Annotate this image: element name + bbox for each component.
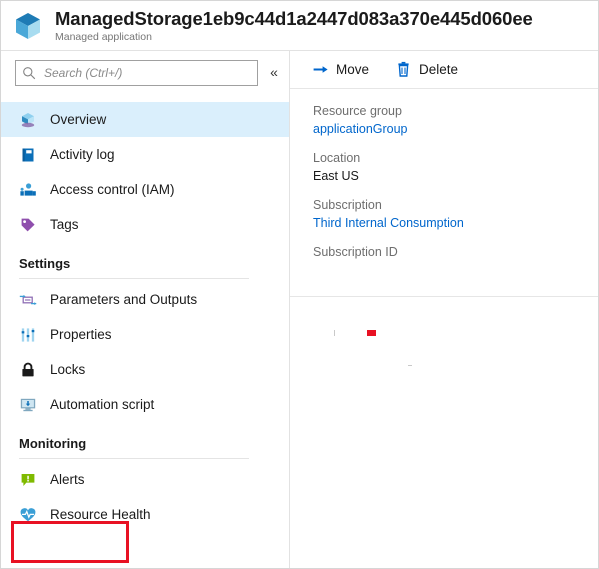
content-pane: Move Delete Resource group applicationGr… bbox=[290, 51, 598, 568]
chevron-double-left-icon[interactable]: « bbox=[263, 61, 285, 83]
sidebar-nav: Overview Activity log Access control (IA… bbox=[1, 102, 289, 532]
sidebar-item-label: Tags bbox=[50, 217, 79, 232]
page-title: ManagedStorage1eb9c44d1a2447d083a370e445… bbox=[55, 7, 533, 29]
sidebar-item-label: Alerts bbox=[50, 472, 85, 487]
move-arrow-icon bbox=[312, 61, 329, 78]
tags-icon bbox=[19, 216, 37, 234]
property-label: Subscription ID bbox=[313, 245, 398, 259]
divider bbox=[19, 278, 249, 279]
faint-artifact-mark bbox=[334, 330, 335, 336]
property-label: Location bbox=[313, 151, 361, 165]
properties-sliders-icon bbox=[19, 326, 37, 344]
sidebar: « Overview bbox=[1, 51, 290, 568]
access-control-people-icon bbox=[19, 181, 37, 199]
sidebar-item-parameters-and-outputs[interactable]: Parameters and Outputs bbox=[1, 282, 289, 317]
overview-cube-icon bbox=[19, 111, 37, 129]
property-location: Location East US bbox=[313, 150, 598, 185]
resource-group-link[interactable]: applicationGroup bbox=[313, 120, 598, 138]
sidebar-group-title: Monitoring bbox=[19, 436, 87, 451]
sidebar-item-label: Resource Health bbox=[50, 507, 151, 522]
sidebar-item-resource-health[interactable]: Resource Health bbox=[1, 497, 289, 532]
locks-padlock-icon bbox=[19, 361, 37, 379]
location-value: East US bbox=[313, 169, 359, 183]
resource-health-heart-icon bbox=[19, 506, 37, 524]
sidebar-item-tags[interactable]: Tags bbox=[1, 207, 289, 242]
sidebar-item-label: Locks bbox=[50, 362, 86, 377]
sidebar-item-activity-log[interactable]: Activity log bbox=[1, 137, 289, 172]
search-icon bbox=[22, 66, 36, 80]
page-subtitle: Managed application bbox=[55, 30, 152, 43]
subscription-id-value bbox=[313, 261, 598, 277]
delete-button-label: Delete bbox=[419, 62, 459, 77]
delete-trash-icon bbox=[395, 61, 412, 78]
parameters-outputs-icon bbox=[19, 291, 37, 309]
resource-properties: Resource group applicationGroup Location… bbox=[290, 89, 598, 297]
divider bbox=[19, 458, 249, 459]
property-subscription-id: Subscription ID bbox=[313, 244, 598, 277]
sidebar-item-label: Overview bbox=[50, 112, 107, 127]
azure-portal-blade: ManagedStorage1eb9c44d1a2447d083a370e445… bbox=[1, 1, 598, 568]
sidebar-item-label: Properties bbox=[50, 327, 112, 342]
move-button-label: Move bbox=[336, 62, 370, 77]
sidebar-group-settings: Settings bbox=[1, 256, 289, 279]
property-label: Subscription bbox=[313, 198, 382, 212]
sidebar-item-label: Activity log bbox=[50, 147, 115, 162]
delete-button[interactable]: Delete bbox=[393, 56, 460, 84]
move-button[interactable]: Move bbox=[310, 56, 371, 84]
sidebar-search-row: « bbox=[1, 60, 289, 94]
activity-log-book-icon bbox=[19, 146, 37, 164]
blade-header: ManagedStorage1eb9c44d1a2447d083a370e445… bbox=[1, 1, 598, 51]
command-toolbar: Move Delete bbox=[290, 51, 598, 89]
automation-script-monitor-icon bbox=[19, 396, 37, 414]
search-box[interactable] bbox=[15, 60, 258, 86]
sidebar-item-properties[interactable]: Properties bbox=[1, 317, 289, 352]
faint-artifact-mark bbox=[408, 365, 412, 366]
sidebar-item-alerts[interactable]: Alerts bbox=[1, 462, 289, 497]
sidebar-item-label: Access control (IAM) bbox=[50, 182, 175, 197]
blade-body: « Overview bbox=[1, 51, 598, 568]
sidebar-item-locks[interactable]: Locks bbox=[1, 352, 289, 387]
search-input[interactable] bbox=[42, 65, 251, 81]
property-label: Resource group bbox=[313, 104, 402, 118]
sidebar-group-title: Settings bbox=[19, 256, 71, 271]
subscription-link[interactable]: Third Internal Consumption bbox=[313, 214, 598, 232]
sidebar-group-monitoring: Monitoring bbox=[1, 436, 289, 459]
sidebar-item-overview[interactable]: Overview bbox=[1, 102, 289, 137]
sidebar-item-automation-script[interactable]: Automation script bbox=[1, 387, 289, 422]
blade-title-block: ManagedStorage1eb9c44d1a2447d083a370e445… bbox=[55, 8, 533, 44]
sidebar-item-access-control[interactable]: Access control (IAM) bbox=[1, 172, 289, 207]
alerts-bubble-icon bbox=[19, 471, 37, 489]
property-resource-group: Resource group applicationGroup bbox=[313, 103, 598, 138]
content-empty-area bbox=[290, 297, 598, 568]
sidebar-item-label: Parameters and Outputs bbox=[50, 292, 198, 307]
managed-application-cube-icon bbox=[11, 9, 45, 43]
sidebar-item-label: Automation script bbox=[50, 397, 155, 412]
property-subscription: Subscription Third Internal Consumption bbox=[313, 197, 598, 232]
annotation-red-mark bbox=[367, 330, 376, 336]
